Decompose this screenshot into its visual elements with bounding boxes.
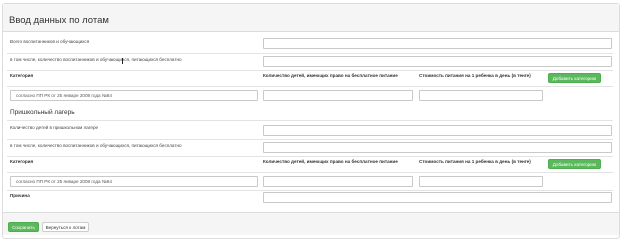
free-meals-students-label: в том числе, количество воспитанников и …: [10, 57, 182, 62]
children-count-input[interactable]: [263, 90, 413, 101]
free-meals-students-input[interactable]: [263, 56, 612, 67]
back-to-lots-button[interactable]: Вернуться к лотам: [42, 222, 89, 232]
add-category-button[interactable]: Добавить категорию: [548, 73, 601, 83]
divider: [7, 70, 613, 71]
panel-heading: Ввод данных по лотам: [3, 4, 619, 32]
camp-free-meals-label: в том числе, количество воспитанников и …: [10, 143, 182, 148]
camp-children-label: Количество детей в пришкольном лагере: [10, 125, 99, 130]
save-button[interactable]: Сохранить: [8, 222, 39, 232]
page-title: Ввод данных по лотам: [9, 15, 109, 26]
divider: [7, 190, 613, 191]
reason-label: Причина: [10, 193, 30, 198]
meal-cost-input[interactable]: [419, 90, 543, 101]
category-select[interactable]: согласно ПП РК от 25 январе 2008 года №6…: [10, 90, 258, 101]
text-cursor: [122, 58, 123, 64]
divider: [7, 53, 613, 54]
camp-category-column-header: Категория: [10, 159, 34, 164]
camp-meal-cost-column-header: Стоимость питания на 1 ребенка в день (в…: [419, 159, 531, 164]
divider: [7, 172, 613, 173]
divider: [7, 156, 613, 157]
divider: [7, 86, 613, 87]
panel-footer: [3, 212, 619, 235]
total-students-input[interactable]: [263, 38, 612, 49]
reason-input[interactable]: [263, 192, 612, 203]
meal-cost-column-header: Стоимость питания на 1 ребенка в день (в…: [419, 73, 531, 78]
camp-children-count-column-header: Количество детей, имеющих право на беспл…: [263, 159, 398, 164]
children-count-column-header: Количество детей, имеющих право на беспл…: [263, 73, 398, 78]
divider: [7, 120, 613, 121]
camp-meal-cost-input[interactable]: [419, 176, 543, 187]
camp-free-meals-input[interactable]: [263, 142, 612, 153]
camp-add-category-button[interactable]: Добавить категорию: [548, 159, 601, 169]
category-column-header: Категория: [10, 73, 34, 78]
camp-children-input[interactable]: [263, 125, 612, 136]
divider: [7, 139, 613, 140]
camp-children-count-input[interactable]: [263, 176, 413, 187]
total-students-label: Всего воспитанников и обучающихся: [10, 39, 90, 44]
camp-category-select[interactable]: согласно ПП РК от 25 январе 2008 года №6…: [10, 176, 258, 187]
school-camp-section-title: Пришкольный лагерь: [10, 109, 75, 116]
